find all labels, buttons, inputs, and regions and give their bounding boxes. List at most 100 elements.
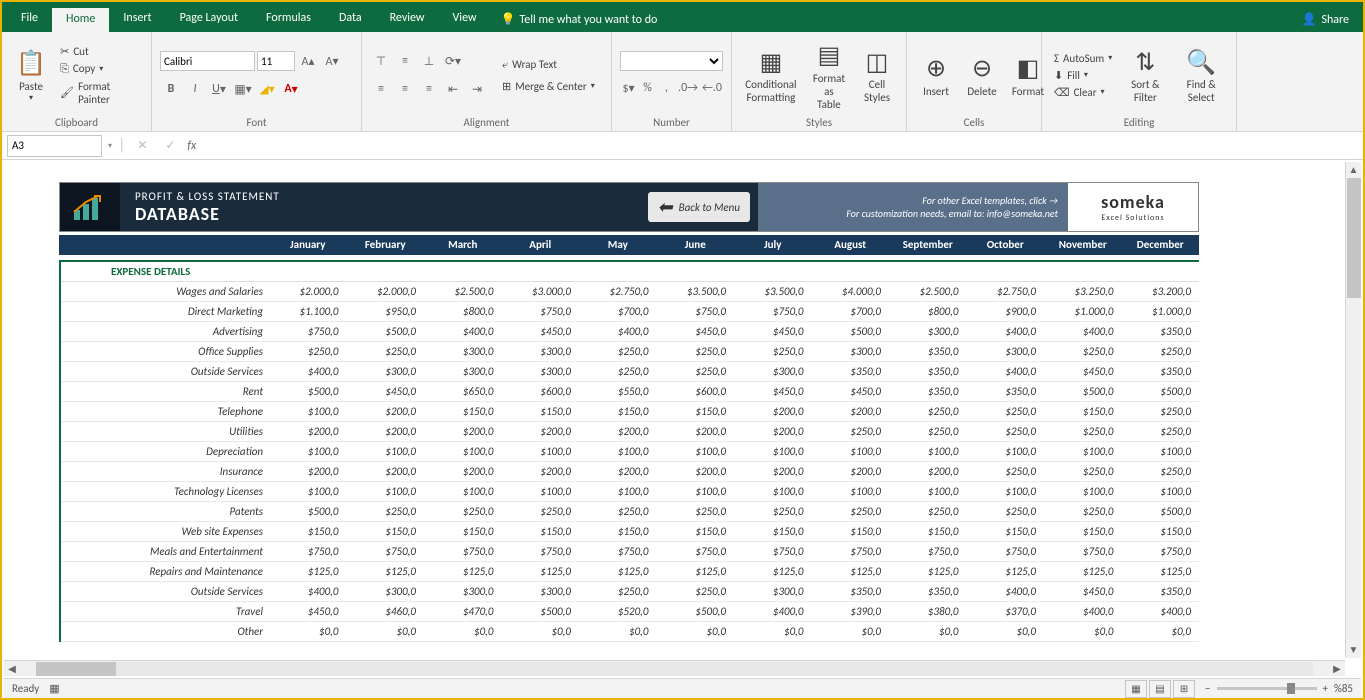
data-cell[interactable]: $125,0	[734, 562, 812, 581]
delete-cells-button[interactable]: ⊖Delete	[961, 36, 1003, 114]
data-cell[interactable]: $150,0	[967, 522, 1045, 541]
data-cell[interactable]: $150,0	[579, 522, 657, 541]
data-cell[interactable]: $100,0	[424, 442, 502, 461]
data-cell[interactable]: $100,0	[812, 442, 890, 461]
data-cell[interactable]: $300,0	[347, 362, 425, 381]
data-cell[interactable]: $125,0	[812, 562, 890, 581]
data-cell[interactable]: $3.200,0	[1122, 282, 1200, 301]
data-cell[interactable]: $950,0	[347, 302, 425, 321]
data-cell[interactable]: $400,0	[424, 322, 502, 341]
decrease-font-icon[interactable]: A▾	[321, 50, 343, 72]
align-center-button[interactable]: ≡	[394, 78, 416, 100]
data-cell[interactable]: $750,0	[1044, 542, 1122, 561]
tab-formulas[interactable]: Formulas	[252, 7, 325, 32]
data-cell[interactable]: $400,0	[1122, 602, 1200, 621]
table-row[interactable]: Wages and Salaries$2.000,0$2.000,0$2.500…	[61, 282, 1199, 302]
data-cell[interactable]: $500,0	[269, 502, 347, 521]
data-cell[interactable]: $150,0	[347, 522, 425, 541]
data-cell[interactable]: $300,0	[889, 322, 967, 341]
font-size-select[interactable]	[257, 51, 295, 71]
name-box[interactable]	[7, 135, 102, 157]
data-cell[interactable]: $150,0	[579, 402, 657, 421]
data-cell[interactable]: $150,0	[424, 522, 502, 541]
data-cell[interactable]: $100,0	[734, 442, 812, 461]
data-cell[interactable]: $200,0	[657, 462, 735, 481]
table-row[interactable]: Telephone$100,0$200,0$150,0$150,0$150,0$…	[61, 402, 1199, 422]
data-cell[interactable]: $300,0	[502, 342, 580, 361]
data-cell[interactable]: $125,0	[1122, 562, 1200, 581]
data-cell[interactable]: $0,0	[579, 622, 657, 641]
data-cell[interactable]: $380,0	[889, 602, 967, 621]
data-cell[interactable]: $450,0	[734, 382, 812, 401]
data-cell[interactable]: $450,0	[657, 322, 735, 341]
table-row[interactable]: Web site Expenses$150,0$150,0$150,0$150,…	[61, 522, 1199, 542]
data-cell[interactable]: $460,0	[347, 602, 425, 621]
font-name-select[interactable]	[160, 51, 255, 71]
data-cell[interactable]: $200,0	[269, 462, 347, 481]
data-cell[interactable]: $150,0	[889, 522, 967, 541]
data-cell[interactable]: $200,0	[889, 462, 967, 481]
data-cell[interactable]: $0,0	[967, 622, 1045, 641]
data-cell[interactable]: $750,0	[967, 542, 1045, 561]
align-bottom-button[interactable]: ⊥	[418, 50, 440, 72]
data-cell[interactable]: $750,0	[424, 542, 502, 561]
hscroll-thumb[interactable]	[36, 662, 116, 676]
data-cell[interactable]: $0,0	[734, 622, 812, 641]
data-cell[interactable]: $100,0	[579, 482, 657, 501]
data-cell[interactable]: $750,0	[579, 542, 657, 561]
data-cell[interactable]: $150,0	[1122, 522, 1200, 541]
conditional-formatting-button[interactable]: ▦Conditional Formatting	[740, 36, 802, 114]
data-cell[interactable]: $100,0	[967, 482, 1045, 501]
table-row[interactable]: Outside Services$400,0$300,0$300,0$300,0…	[61, 582, 1199, 602]
data-cell[interactable]: $200,0	[502, 422, 580, 441]
data-cell[interactable]: $250,0	[657, 502, 735, 521]
tab-view[interactable]: View	[439, 7, 491, 32]
data-cell[interactable]: $750,0	[502, 542, 580, 561]
autosum-button[interactable]: ΣAutoSum▾	[1050, 51, 1116, 66]
data-cell[interactable]: $300,0	[967, 342, 1045, 361]
data-cell[interactable]: $350,0	[889, 342, 967, 361]
data-cell[interactable]: $0,0	[889, 622, 967, 641]
format-painter-button[interactable]: 🖌Format Painter	[56, 79, 143, 107]
tab-data[interactable]: Data	[325, 7, 376, 32]
cancel-formula-icon[interactable]: ✕	[131, 135, 153, 157]
copy-button[interactable]: ⎘Copy▾	[56, 61, 143, 77]
data-cell[interactable]: $400,0	[967, 582, 1045, 601]
data-cell[interactable]: $450,0	[1044, 362, 1122, 381]
data-cell[interactable]: $250,0	[967, 502, 1045, 521]
data-cell[interactable]: $500,0	[1122, 382, 1200, 401]
data-cell[interactable]: $3.250,0	[1044, 282, 1122, 301]
data-cell[interactable]: $750,0	[1122, 542, 1200, 561]
data-cell[interactable]: $0,0	[1122, 622, 1200, 641]
scroll-down-arrow-icon[interactable]: ▼	[1346, 642, 1361, 658]
table-row[interactable]: Insurance$200,0$200,0$200,0$200,0$200,0$…	[61, 462, 1199, 482]
decrease-decimal-button[interactable]: ←.0	[701, 77, 723, 99]
clear-button[interactable]: ⌫Clear▾	[1050, 85, 1116, 100]
data-cell[interactable]: $250,0	[734, 342, 812, 361]
vertical-scrollbar[interactable]: ▲ ▼	[1345, 162, 1361, 658]
data-cell[interactable]: $3.500,0	[734, 282, 812, 301]
data-cell[interactable]: $450,0	[347, 382, 425, 401]
data-cell[interactable]: $650,0	[424, 382, 502, 401]
table-row[interactable]: Repairs and Maintenance$125,0$125,0$125,…	[61, 562, 1199, 582]
table-row[interactable]: Other$0,0$0,0$0,0$0,0$0,0$0,0$0,0$0,0$0,…	[61, 622, 1199, 642]
data-cell[interactable]: $200,0	[812, 462, 890, 481]
data-cell[interactable]: $450,0	[734, 322, 812, 341]
formula-input[interactable]	[202, 139, 1358, 153]
data-cell[interactable]: $100,0	[347, 482, 425, 501]
data-cell[interactable]: $250,0	[424, 502, 502, 521]
data-cell[interactable]: $600,0	[502, 382, 580, 401]
data-cell[interactable]: $300,0	[424, 362, 502, 381]
data-cell[interactable]: $250,0	[657, 362, 735, 381]
table-row[interactable]: Technology Licenses$100,0$100,0$100,0$10…	[61, 482, 1199, 502]
data-cell[interactable]: $0,0	[657, 622, 735, 641]
fill-button[interactable]: ⬇Fill▾	[1050, 68, 1116, 83]
data-cell[interactable]: $3.000,0	[502, 282, 580, 301]
data-cell[interactable]: $100,0	[967, 442, 1045, 461]
data-cell[interactable]: $250,0	[812, 502, 890, 521]
data-cell[interactable]: $350,0	[889, 582, 967, 601]
data-cell[interactable]: $0,0	[269, 622, 347, 641]
data-cell[interactable]: $300,0	[347, 582, 425, 601]
italic-button[interactable]: I	[184, 78, 206, 100]
data-cell[interactable]: $500,0	[347, 322, 425, 341]
